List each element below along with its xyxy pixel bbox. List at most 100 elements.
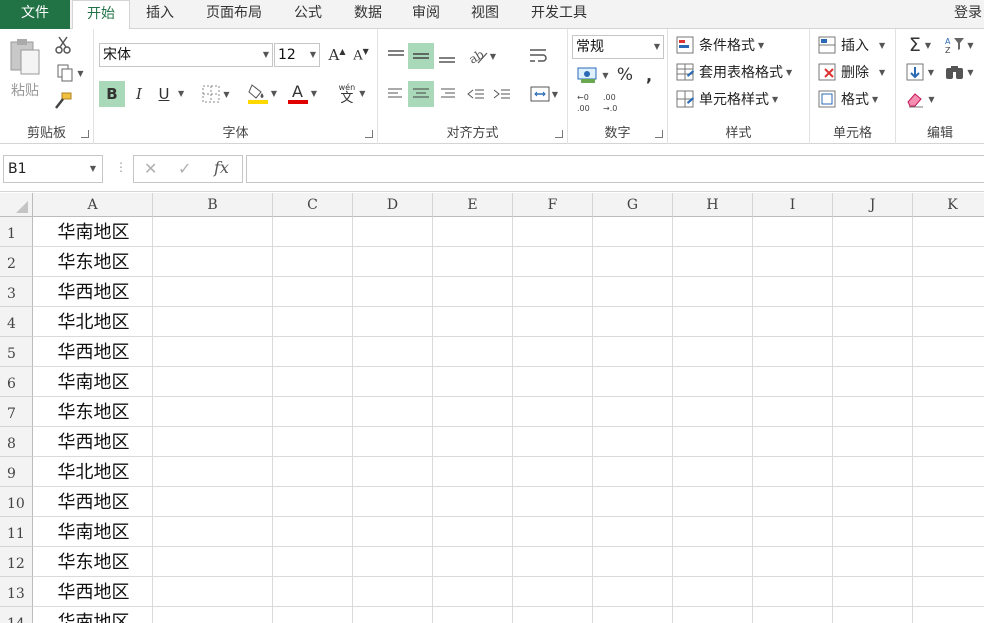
column-header-k[interactable]: K [913,193,984,217]
format-painter-button[interactable] [52,91,74,111]
align-middle-button[interactable] [408,43,434,69]
enter-check-icon[interactable]: ✓ [178,159,191,178]
tab-formulas[interactable]: 公式 [282,0,334,29]
orientation-button[interactable]: ab ▼ [464,43,500,69]
merge-center-button[interactable]: ▼ [525,81,563,107]
tab-developer[interactable]: 开发工具 [521,0,597,29]
insert-function-icon[interactable]: fx [214,158,229,177]
cell-a10[interactable]: 华西地区 [34,487,153,517]
align-right-button[interactable] [434,81,460,107]
autosum-button[interactable]: Σ ▼ [902,33,938,57]
row-header-6[interactable]: 6 [0,367,33,397]
align-top-button[interactable] [383,43,409,69]
cell-a1[interactable]: 华南地区 [34,217,153,247]
tab-review[interactable]: 审阅 [402,0,450,29]
increase-decimal-button[interactable]: ←0 .00 [574,91,596,115]
cell-styles-button[interactable]: 单元格样式 ▼ [676,87,808,111]
decrease-font-size-button[interactable]: A▼ [350,43,372,67]
borders-button[interactable]: ▼ [198,81,234,107]
column-header-b[interactable]: B [153,193,273,217]
increase-indent-button[interactable] [490,81,514,107]
sort-filter-button[interactable]: A Z ▼ [940,33,978,57]
row-header-7[interactable]: 7 [0,397,33,427]
align-center-button[interactable] [408,81,434,107]
row-header-1[interactable]: 1 [0,217,33,247]
font-size-select[interactable]: 12 ▼ [274,43,320,67]
delete-cells-button[interactable]: 删除 ▼ [818,60,894,84]
find-select-button[interactable]: ▼ [940,60,978,84]
phonetic-button[interactable]: wén 文 ▼ [332,79,372,107]
percent-button[interactable]: % [614,63,636,87]
column-header-e[interactable]: E [433,193,513,217]
font-family-select[interactable]: 宋体 ▼ [99,43,273,67]
row-header-2[interactable]: 2 [0,247,33,277]
formula-bar-splitter-icon[interactable]: ⋮ [115,160,127,174]
row-header-10[interactable]: 10 [0,487,33,517]
format-cells-button[interactable]: 格式 ▼ [818,87,894,111]
column-header-c[interactable]: C [273,193,353,217]
decrease-indent-button[interactable] [464,81,488,107]
comma-style-button[interactable]: , [640,63,658,87]
decrease-decimal-button[interactable]: .00 →.0 [600,91,622,115]
cell-a2[interactable]: 华东地区 [34,247,153,277]
wrap-text-button[interactable] [525,43,551,69]
tab-file[interactable]: 文件 [0,0,70,29]
font-color-button[interactable]: A ▼ [284,79,320,107]
italic-button[interactable]: I [127,81,151,107]
tab-insert[interactable]: 插入 [134,0,186,29]
tab-data[interactable]: 数据 [342,0,394,29]
cell-a9[interactable]: 华北地区 [34,457,153,487]
column-header-j[interactable]: J [833,193,913,217]
row-header-8[interactable]: 8 [0,427,33,457]
login-link[interactable]: 登录 [954,0,982,27]
conditional-formatting-button[interactable]: 条件格式 ▼ [676,33,808,57]
cell-a11[interactable]: 华南地区 [34,517,153,547]
row-header-13[interactable]: 13 [0,577,33,607]
column-header-g[interactable]: G [593,193,673,217]
row-header-5[interactable]: 5 [0,337,33,367]
row-header-14[interactable]: 14 [0,607,33,623]
currency-format-button[interactable]: ▼ [574,63,612,87]
column-header-i[interactable]: I [753,193,833,217]
tab-page-layout[interactable]: 页面布局 [196,0,272,29]
row-header-9[interactable]: 9 [0,457,33,487]
bold-button[interactable]: B [99,81,125,107]
paste-button[interactable]: 粘贴 [4,33,46,103]
cut-button[interactable] [52,35,74,55]
underline-button[interactable]: U [153,81,175,107]
cell-a4[interactable]: 华北地区 [34,307,153,337]
row-header-4[interactable]: 4 [0,307,33,337]
tab-home[interactable]: 开始 [72,0,130,30]
format-as-table-button[interactable]: 套用表格格式 ▼ [676,60,808,84]
number-launcher-icon[interactable] [655,130,663,138]
increase-font-size-button[interactable]: A▲ [326,43,348,67]
font-launcher-icon[interactable] [365,130,373,138]
cell-a8[interactable]: 华西地区 [34,427,153,457]
fill-button[interactable]: ▼ [902,60,938,84]
cell-a12[interactable]: 华东地区 [34,547,153,577]
row-header-12[interactable]: 12 [0,547,33,577]
row-header-3[interactable]: 3 [0,277,33,307]
copy-button[interactable]: ▼ [52,63,88,83]
cell-a13[interactable]: 华西地区 [34,577,153,607]
clipboard-launcher-icon[interactable] [81,130,89,138]
align-bottom-button[interactable] [434,43,460,69]
column-header-f[interactable]: F [513,193,593,217]
number-format-select[interactable]: 常规 ▼ [572,35,664,59]
formula-input[interactable] [246,155,984,183]
column-header-a[interactable]: A [33,193,153,217]
cell-a6[interactable]: 华南地区 [34,367,153,397]
cell-a14[interactable]: 华南地区 [34,607,153,623]
cell-a3[interactable]: 华西地区 [34,277,153,307]
name-box[interactable]: B1 ▼ [3,155,103,183]
column-header-h[interactable]: H [673,193,753,217]
insert-cells-button[interactable]: 插入 ▼ [818,33,894,57]
row-header-11[interactable]: 11 [0,517,33,547]
fill-color-button[interactable]: ▼ [244,79,280,107]
alignment-launcher-icon[interactable] [555,130,563,138]
column-header-d[interactable]: D [353,193,433,217]
tab-view[interactable]: 视图 [461,0,509,29]
clear-button[interactable]: ▼ [902,87,938,111]
cell-a5[interactable]: 华西地区 [34,337,153,367]
select-all-corner[interactable] [0,193,33,217]
